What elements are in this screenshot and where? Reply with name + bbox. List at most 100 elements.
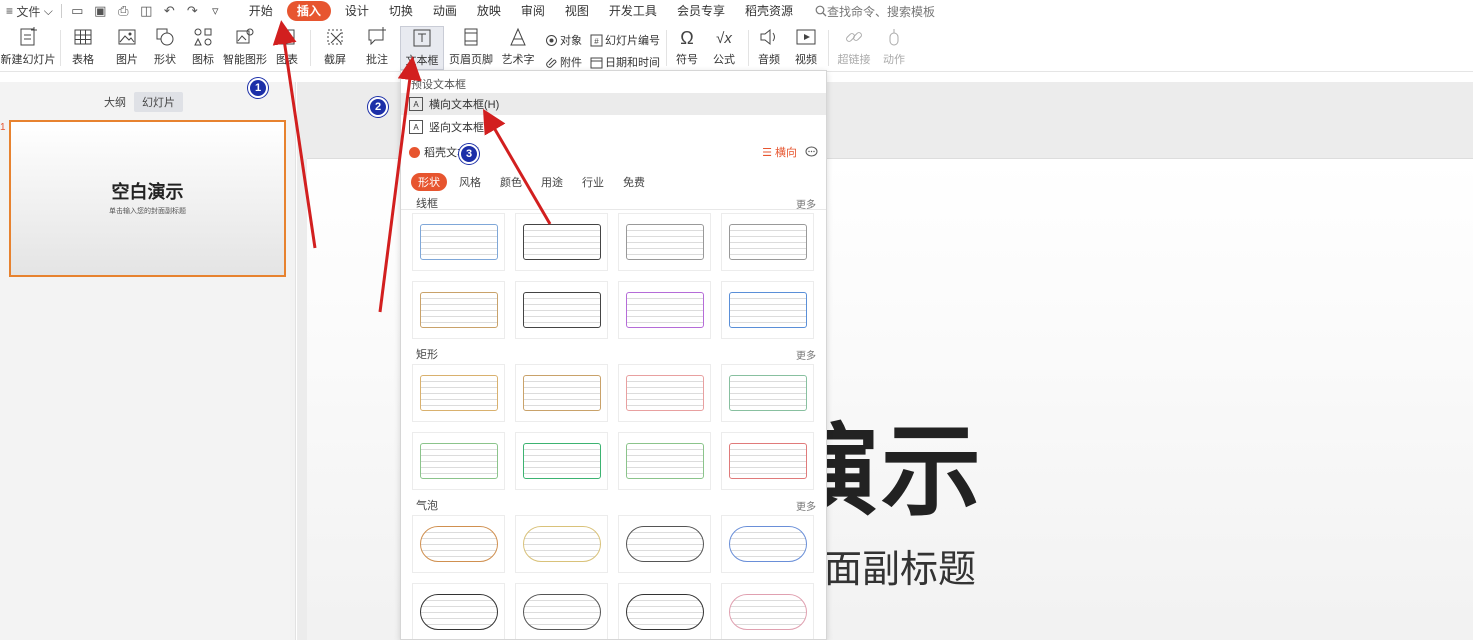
datetime-button[interactable]: 日期和时间 bbox=[590, 54, 660, 70]
video-icon bbox=[796, 29, 816, 45]
textbox-button[interactable]: 文本框 bbox=[400, 26, 444, 70]
template-card[interactable] bbox=[618, 281, 711, 339]
tab-start[interactable]: 开始 bbox=[239, 1, 283, 21]
symbol-button[interactable]: Ω 符号 bbox=[672, 26, 702, 70]
action-button[interactable]: 动作 bbox=[880, 26, 908, 70]
template-preview bbox=[419, 375, 498, 411]
screenshot-label: 截屏 bbox=[324, 54, 346, 66]
header-footer-button[interactable]: 页眉页脚 bbox=[448, 26, 494, 70]
template-card[interactable] bbox=[721, 583, 814, 639]
more-link-bubble[interactable]: 更多 bbox=[796, 498, 816, 513]
orientation-toggle[interactable]: ☰ 横向 bbox=[762, 144, 818, 160]
preview-icon[interactable]: ◫ bbox=[139, 3, 154, 18]
tab-member[interactable]: 会员专享 bbox=[667, 1, 735, 21]
template-card[interactable] bbox=[618, 583, 711, 639]
tab-animation[interactable]: 动画 bbox=[423, 1, 467, 21]
template-card[interactable] bbox=[721, 213, 814, 271]
template-card[interactable] bbox=[721, 515, 814, 573]
textbox-label: 文本框 bbox=[405, 55, 439, 67]
template-card[interactable] bbox=[721, 364, 814, 422]
tab-slideshow[interactable]: 放映 bbox=[467, 1, 511, 21]
hyperlink-button[interactable]: 超链接 bbox=[834, 26, 874, 70]
tab-view[interactable]: 视图 bbox=[555, 1, 599, 21]
print-icon[interactable]: ⎙ bbox=[116, 3, 131, 18]
template-card[interactable] bbox=[412, 432, 505, 490]
vertical-textbox-item[interactable]: A 竖向文本框 bbox=[401, 116, 826, 138]
formula-button[interactable]: √x 公式 bbox=[708, 26, 740, 70]
tab-review[interactable]: 审阅 bbox=[511, 1, 555, 21]
template-card[interactable] bbox=[618, 213, 711, 271]
template-card[interactable] bbox=[515, 213, 608, 271]
slide-thumbnail[interactable]: 空白演示 单击输入您的封面副标题 bbox=[9, 120, 286, 277]
save-icon[interactable]: ▭ bbox=[70, 3, 85, 18]
filter-usage[interactable]: 用途 bbox=[534, 173, 570, 191]
template-preview bbox=[522, 224, 601, 260]
audio-button[interactable]: 音频 bbox=[752, 26, 786, 70]
template-preview bbox=[419, 443, 498, 479]
section-label-bubble: 气泡 bbox=[416, 500, 438, 512]
tab-transition[interactable]: 切换 bbox=[379, 1, 423, 21]
tab-outline[interactable]: 大纲 bbox=[96, 92, 134, 112]
new-slide-button[interactable]: 新建幻灯片 bbox=[0, 26, 56, 70]
smart-shape-button[interactable]: 智能图形 bbox=[223, 26, 267, 70]
command-search[interactable]: 查找命令、搜索模板 bbox=[815, 3, 935, 20]
table-button[interactable]: 表格 bbox=[66, 26, 100, 70]
menu-bar: ≡ 文件 ⌵ ▭ ▣ ⎙ ◫ ↶ ↷ ▿ 开始 插入 设计 切换 动画 放映 审… bbox=[0, 0, 1473, 22]
template-card[interactable] bbox=[412, 583, 505, 639]
more-link-wireframe[interactable]: 更多 bbox=[796, 196, 816, 211]
tab-slides[interactable]: 幻灯片 bbox=[134, 92, 183, 112]
filter-industry[interactable]: 行业 bbox=[575, 173, 611, 191]
horizontal-textbox-label: 横向文本框(H) bbox=[429, 99, 500, 111]
picture-button[interactable]: 图片 bbox=[110, 26, 144, 70]
template-card[interactable] bbox=[515, 432, 608, 490]
template-card[interactable] bbox=[412, 281, 505, 339]
template-card[interactable] bbox=[721, 432, 814, 490]
template-card[interactable] bbox=[618, 364, 711, 422]
slide-number-button[interactable]: # 幻灯片编号 bbox=[590, 32, 660, 48]
customize-icon[interactable]: ▿ bbox=[208, 3, 223, 18]
tab-insert[interactable]: 插入 bbox=[286, 1, 331, 21]
template-card[interactable] bbox=[515, 364, 608, 422]
undo-icon[interactable]: ↶ bbox=[162, 3, 177, 18]
screenshot-button[interactable]: 截屏 bbox=[318, 26, 352, 70]
video-button[interactable]: 视频 bbox=[790, 26, 822, 70]
template-card[interactable] bbox=[515, 515, 608, 573]
export-icon[interactable]: ▣ bbox=[93, 3, 108, 18]
tab-developer[interactable]: 开发工具 bbox=[599, 1, 667, 21]
attachment-button[interactable]: 附件 bbox=[545, 54, 582, 70]
action-label: 动作 bbox=[883, 54, 905, 66]
filter-shape[interactable]: 形状 bbox=[411, 173, 447, 191]
redo-icon[interactable]: ↷ bbox=[185, 3, 200, 18]
icon-button[interactable]: 图标 bbox=[186, 26, 220, 70]
shape-button[interactable]: 形状 bbox=[148, 26, 182, 70]
template-card[interactable] bbox=[618, 432, 711, 490]
object-label: 对象 bbox=[560, 35, 582, 47]
template-card[interactable] bbox=[515, 281, 608, 339]
step-badge-2: 2 bbox=[368, 97, 388, 117]
filter-style[interactable]: 风格 bbox=[452, 173, 488, 191]
template-card[interactable] bbox=[412, 213, 505, 271]
template-preview bbox=[728, 594, 807, 630]
template-card[interactable] bbox=[721, 281, 814, 339]
divider bbox=[60, 4, 62, 18]
filter-free[interactable]: 免费 bbox=[616, 173, 652, 191]
template-card[interactable] bbox=[618, 515, 711, 573]
chart-button[interactable]: 图表 bbox=[272, 26, 302, 70]
horizontal-textbox-item[interactable]: A 横向文本框(H) bbox=[401, 93, 826, 115]
object-button[interactable]: 对象 bbox=[545, 32, 582, 48]
wordart-button[interactable]: 艺术字 bbox=[498, 26, 538, 70]
template-card[interactable] bbox=[515, 583, 608, 639]
template-card[interactable] bbox=[412, 364, 505, 422]
picture-label: 图片 bbox=[116, 54, 138, 66]
template-preview bbox=[728, 375, 807, 411]
tab-design[interactable]: 设计 bbox=[335, 1, 379, 21]
filter-color[interactable]: 颜色 bbox=[493, 173, 529, 191]
vertical-textbox-label: 竖向文本框 bbox=[429, 122, 484, 134]
file-menu[interactable]: ≡ 文件 ⌵ bbox=[2, 3, 57, 20]
chat-icon[interactable] bbox=[805, 146, 818, 158]
comment-button[interactable]: 批注 bbox=[362, 26, 392, 70]
tab-docer[interactable]: 稻壳资源 bbox=[735, 1, 803, 21]
template-card[interactable] bbox=[412, 515, 505, 573]
divider bbox=[310, 30, 311, 66]
more-link-rectangle[interactable]: 更多 bbox=[796, 347, 816, 362]
